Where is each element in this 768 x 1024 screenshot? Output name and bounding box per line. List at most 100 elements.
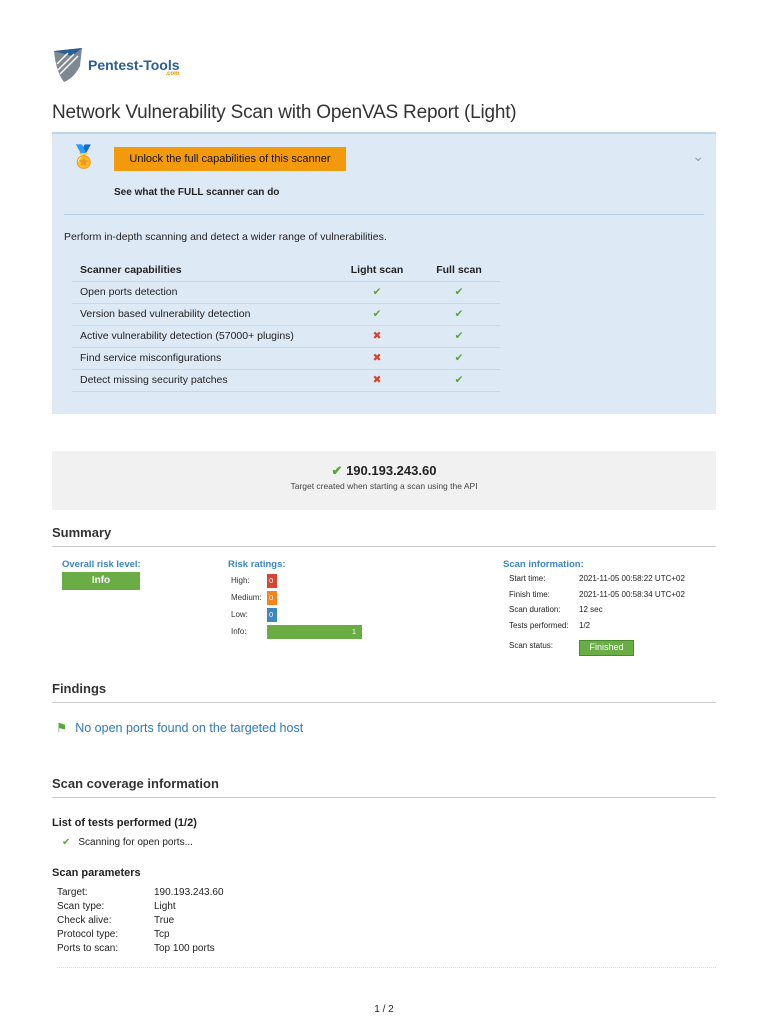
params-heading: Scan parameters [52,867,141,879]
risk-bar: 1 [267,624,362,639]
see-what-text: See what the FULL scanner can do [114,187,280,198]
promo-description: Perform in-depth scanning and detect a w… [64,231,387,243]
light-scan-mark: ✖ [336,369,418,392]
scan-info-row: Scan duration: 12 sec [509,605,685,621]
scan-status-label: Scan status: [509,641,554,650]
finding-text: No open ports found on the targeted host [75,721,304,735]
param-value: True [154,915,175,926]
full-scan-mark: ✔ [418,281,500,304]
capability-row: Detect missing security patches ✖ ✔ [72,369,500,392]
page-title: Network Vulnerability Scan with OpenVAS … [52,102,517,123]
risk-row: Info: 1 [231,623,362,640]
scan-status-badge: Finished [579,640,634,656]
capabilities-table: Scanner capabilities Light scan Full scan … [72,259,500,392]
param-key: Protocol type: [57,929,119,940]
capability-row: Find service misconfigurations ✖ ✔ [72,347,500,370]
scan-status-row: Scan status: Finished [509,640,634,656]
risk-ratings-label: Risk ratings: [228,559,286,570]
summary-heading: Summary [52,525,716,547]
overall-risk-label: Overall risk level: [62,559,141,570]
param-value: Tcp [154,929,170,940]
capability-row: Version based vulnerability detection ✔ ✔ [72,303,500,326]
capability-name: Open ports detection [72,281,336,304]
param-key: Scan type: [57,901,105,912]
coverage-heading: Scan coverage information [52,776,716,798]
capability-row: Open ports detection ✔ ✔ [72,281,500,304]
scan-info-value: 1/2 [579,620,591,630]
param-value: Light [154,901,176,912]
param-row: Ports to scan: Top 100 ports [57,943,716,957]
scan-params: Target: 190.193.243.60 Scan type: Light Chec… [57,887,716,968]
logo-suffix: .com [165,71,180,77]
light-scan-mark: ✖ [336,347,418,370]
finding-item[interactable]: ⚑ No open ports found on the targeted hos… [56,720,303,735]
logo: Pentest-Tools .com [52,48,180,82]
risk-row: Low: 0 [231,606,362,623]
light-scan-mark: ✔ [336,303,418,326]
target-subtitle: Target created when starting a scan usin… [290,481,478,491]
param-key: Ports to scan: [57,943,119,954]
logo-text: Pentest-Tools .com [88,57,180,77]
award-icon: 🏅 [70,144,98,169]
overall-risk-badge: Info [62,572,140,590]
scan-info-key: Scan duration: [509,605,561,614]
flag-icon: ⚑ [56,721,68,735]
unlock-button[interactable]: Unlock the full capabilities of this sca… [114,147,346,171]
full-scan-mark: ✔ [418,325,500,348]
capability-name: Active vulnerability detection (57000+ p… [72,325,336,348]
check-icon: ✔ [331,463,343,478]
check-icon: ✔ [62,837,71,848]
scan-info-key: Tests performed: [509,620,569,630]
risk-bar: 0 [267,607,277,622]
param-key: Target: [57,887,88,898]
scan-info-value: 2021-11-05 00:58:22 UTC+02 [579,574,685,583]
risk-label: Low: [231,610,248,619]
param-key: Check alive: [57,915,112,926]
col-full: Full scan [418,259,500,282]
test-text: Scanning for open ports... [78,837,193,848]
target-ip: 190.193.243.60 [346,463,437,478]
param-value: 190.193.243.60 [154,887,224,898]
risk-bar: 0 [267,590,277,605]
light-scan-mark: ✔ [336,281,418,304]
risk-label: Info: [231,627,247,636]
target-box: ✔ 190.193.243.60 Target created when sta… [52,451,716,510]
col-capabilities: Scanner capabilities [72,259,336,282]
page-number: 1 / 2 [374,1004,394,1015]
scan-info-row: Tests performed: 1/2 [509,621,685,637]
capability-name: Version based vulnerability detection [72,303,336,326]
param-row: Check alive: True [57,915,716,929]
scan-info-value: 12 sec [579,605,603,614]
scan-info-row: Finish time: 2021-11-05 00:58:34 UTC+02 [509,590,685,606]
risk-row: Medium: 0 [231,589,362,606]
capability-row: Active vulnerability detection (57000+ p… [72,325,500,348]
col-light: Light scan [336,259,418,282]
divider [64,214,704,215]
scan-info: Start time: 2021-11-05 00:58:22 UTC+02 Fin… [509,574,685,636]
param-row: Protocol type: Tcp [57,929,716,943]
risk-row: High: 0 [231,572,362,589]
chevron-down-icon[interactable]: ⌄ [692,148,704,165]
risk-label: High: [231,576,250,585]
scan-info-key: Start time: [509,574,546,583]
findings-heading: Findings [52,681,716,703]
scan-info-key: Finish time: [509,589,550,599]
upgrade-panel: 🏅 Unlock the full capabilities of this s… [52,132,716,414]
risk-bar: 0 [267,573,277,588]
full-scan-mark: ✔ [418,303,500,326]
param-value: Top 100 ports [154,943,215,954]
scan-info-label: Scan information: [503,559,584,570]
scan-info-value: 2021-11-05 00:58:34 UTC+02 [579,589,685,599]
full-scan-mark: ✔ [418,369,500,392]
full-scan-mark: ✔ [418,347,500,370]
test-item: ✔ Scanning for open ports... [62,837,193,848]
scan-info-row: Start time: 2021-11-05 00:58:22 UTC+02 [509,574,685,590]
tests-heading: List of tests performed (1/2) [52,817,197,829]
param-row: Scan type: Light [57,901,716,915]
light-scan-mark: ✖ [336,325,418,348]
param-row: Target: 190.193.243.60 [57,887,716,901]
capability-name: Find service misconfigurations [72,347,336,370]
risk-ratings: High: 0 Medium: 0 Low: 0 Info: 1 [231,572,362,640]
shield-logo-icon [54,48,82,82]
risk-label: Medium: [231,593,262,602]
